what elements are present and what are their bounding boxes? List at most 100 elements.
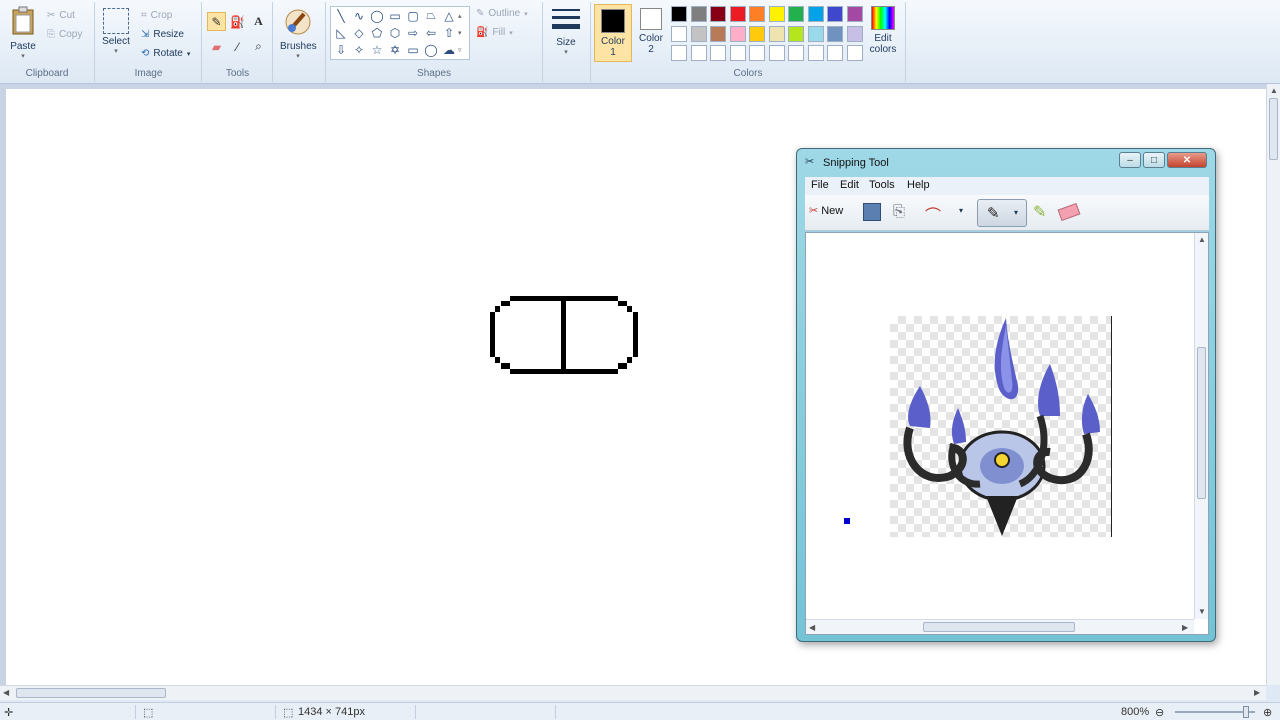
eraser-tool[interactable]: ▰ — [207, 37, 226, 56]
horizontal-scroll-thumb[interactable] — [16, 688, 166, 698]
vertical-scroll-thumb[interactable] — [1269, 98, 1278, 160]
text-tool[interactable]: A — [249, 12, 268, 31]
scroll-left-icon[interactable]: ◀ — [809, 623, 815, 632]
scroll-up-icon[interactable]: ▲ — [1198, 235, 1206, 244]
diamond-shape[interactable]: ◇ — [350, 24, 368, 41]
down-arrow-shape[interactable]: ⇩ — [332, 41, 350, 58]
send-icon: ⌒ — [925, 208, 942, 225]
new-snip-icon: ✂ — [809, 205, 819, 217]
right-triangle-shape[interactable]: ◺ — [332, 24, 350, 41]
paste-button[interactable]: Paste ▾ — [8, 6, 38, 60]
highlighter-button[interactable]: ✎ — [1033, 202, 1046, 222]
callout-cloud-shape[interactable]: ☁ — [440, 41, 458, 58]
curve-shape[interactable]: ∿ — [350, 7, 368, 24]
copy-snip-button[interactable]: ⎘ — [893, 203, 905, 220]
snip-border-line — [1111, 316, 1112, 537]
snip-horizontal-scrollbar[interactable]: ◀ ▶ — [806, 619, 1194, 634]
zoom-in-icon[interactable]: ⊕ — [1263, 706, 1272, 719]
colors-group: Colors — [590, 2, 906, 82]
fill-button[interactable]: ⛽ Fill ▾ — [476, 27, 513, 38]
crop-label: Crop — [150, 10, 173, 21]
pencil-tool[interactable]: ✎ — [207, 12, 226, 31]
menu-help[interactable]: Help — [907, 179, 930, 191]
snip-horizontal-thumb[interactable] — [923, 622, 1075, 632]
new-snip-button[interactable]: ✂ New — [809, 204, 843, 218]
cut-label: Cut — [59, 10, 75, 21]
five-point-star-shape[interactable]: ☆ — [368, 41, 386, 58]
polygon-shape[interactable]: ⏢ — [422, 7, 440, 24]
resize-icon: ⇲ — [141, 29, 150, 40]
copy-label: Copy — [59, 29, 83, 40]
brushes-button[interactable]: Brushes ▾ — [280, 8, 317, 60]
close-icon: ✕ — [1182, 154, 1192, 166]
selection-size-icon: ⬚ — [143, 707, 154, 719]
rotate-button[interactable]: ⟲ Rotate ▾ — [141, 48, 190, 59]
rounded-rectangle-shape[interactable]: ▢ — [404, 7, 422, 24]
magnifier-tool[interactable]: ⌕ — [249, 37, 268, 56]
chevron-down-icon: ▾ — [524, 10, 528, 18]
minimize-icon: – — [1127, 154, 1133, 166]
tools-group: ✎ ⛽ A ▰ ⁄ ⌕ Tools — [203, 2, 273, 82]
cut-button[interactable]: ✂ Cut — [47, 10, 75, 21]
shapes-scroll[interactable]: ▴ ▾ ▿ — [458, 8, 462, 59]
snip-vertical-thumb[interactable] — [1197, 347, 1206, 499]
scroll-up-icon[interactable]: ▲ — [1270, 86, 1278, 95]
outline-label: Outline — [488, 8, 521, 19]
scroll-right-icon[interactable]: ▶ — [1254, 688, 1260, 697]
triangle-shape[interactable]: △ — [440, 7, 458, 24]
clipboard-group-label: Clipboard — [25, 68, 69, 79]
size-button[interactable]: Size ▾ — [548, 6, 584, 56]
crop-button[interactable]: ⌗ Crop — [141, 10, 172, 21]
resize-button[interactable]: ⇲ Resize — [141, 29, 184, 40]
color-picker-tool[interactable]: ⁄ — [228, 37, 247, 56]
scroll-left-icon[interactable]: ◀ — [3, 688, 9, 697]
callout-rectangle-shape[interactable]: ▭ — [404, 41, 422, 58]
rectangle-shape[interactable]: ▭ — [386, 7, 404, 24]
snip-content-area[interactable]: ▲ ▼ ◀ ▶ — [805, 232, 1209, 635]
horizontal-scrollbar[interactable]: ◀ ▶ — [0, 685, 1266, 700]
pentagon-shape[interactable]: ⬠ — [368, 24, 386, 41]
eraser-icon: ▰ — [211, 39, 222, 54]
fill-tool[interactable]: ⛽ — [228, 12, 247, 31]
menu-tools[interactable]: Tools — [869, 179, 895, 191]
six-point-star-shape[interactable]: ✡ — [386, 41, 404, 58]
resize-label: Resize — [153, 29, 184, 40]
minimize-button[interactable]: – — [1119, 152, 1141, 168]
close-button[interactable]: ✕ — [1167, 152, 1207, 168]
save-snip-button[interactable] — [863, 203, 881, 221]
image-group-label: Image — [134, 68, 163, 79]
left-arrow-shape[interactable]: ⇦ — [422, 24, 440, 41]
highlighter-icon: ✎ — [1033, 204, 1047, 221]
select-button[interactable]: Select ▾ — [101, 8, 131, 55]
scroll-right-icon[interactable]: ▶ — [1182, 623, 1188, 632]
copy-button[interactable]: ⎘ Copy — [47, 29, 82, 40]
brushes-label: Brushes — [280, 41, 317, 52]
hexagon-shape[interactable]: ⬡ — [386, 24, 404, 41]
oval-shape[interactable]: ◯ — [368, 7, 386, 24]
send-snip-button[interactable]: ⌒ — [925, 202, 941, 226]
eraser-button[interactable] — [1057, 202, 1081, 222]
canvas-size-text: 1434 × 741px — [298, 706, 365, 718]
outline-button[interactable]: ✎ Outline ▾ — [476, 8, 528, 19]
clipboard-icon — [8, 6, 38, 39]
callout-oval-shape[interactable]: ◯ — [422, 41, 440, 58]
right-arrow-shape[interactable]: ⇨ — [404, 24, 422, 41]
scroll-down-icon[interactable]: ▼ — [1198, 607, 1206, 616]
pen-button[interactable]: ✎ ▾ — [977, 199, 1027, 227]
snipping-tool-title: Snipping Tool — [823, 157, 889, 169]
maximize-button[interactable]: □ — [1143, 152, 1165, 168]
zoom-out-icon[interactable]: ⊖ — [1155, 706, 1164, 719]
colors-group-label: Colors — [733, 68, 763, 79]
line-shape[interactable]: ╲ — [332, 7, 350, 24]
menu-file[interactable]: File — [811, 179, 829, 191]
menu-edit[interactable]: Edit — [840, 179, 859, 191]
brush-icon — [280, 8, 316, 39]
four-point-star-shape[interactable]: ✧ — [350, 41, 368, 58]
chevron-down-icon[interactable]: ▾ — [959, 206, 963, 215]
canvas-size-icon: ⬚ — [283, 707, 294, 719]
zoom-slider-thumb[interactable] — [1243, 706, 1249, 718]
vertical-scrollbar[interactable]: ▲ — [1266, 84, 1280, 685]
up-arrow-shape[interactable]: ⇧ — [440, 24, 458, 41]
snip-vertical-scrollbar[interactable]: ▲ ▼ — [1194, 233, 1208, 619]
paste-label: Paste — [10, 41, 36, 52]
